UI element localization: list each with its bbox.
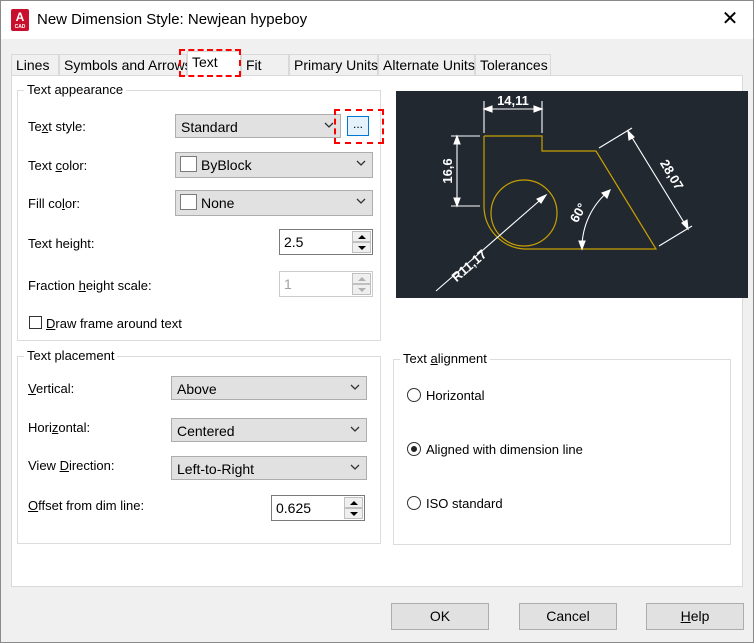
ok-button[interactable]: OK	[391, 603, 489, 630]
cancel-button[interactable]: Cancel	[519, 603, 617, 630]
fill-swatch	[180, 194, 197, 210]
increment-button[interactable]	[352, 231, 371, 242]
radio-aligned-label: Aligned with dimension line	[426, 442, 583, 457]
help-button[interactable]: Help	[646, 603, 744, 630]
decrement-button[interactable]	[352, 242, 371, 253]
tab-primary-units[interactable]: Primary Units	[289, 54, 378, 75]
text-alignment-title: Text alignment	[400, 351, 490, 366]
radio-iso-standard[interactable]	[407, 496, 421, 510]
tab-tolerances[interactable]: Tolerances	[475, 54, 551, 75]
chevron-down-icon	[356, 160, 366, 166]
fraction-height-label: Fraction height scale:	[28, 278, 152, 293]
fraction-height-value: 1	[284, 276, 292, 292]
increment-button[interactable]	[344, 497, 363, 508]
text-color-select[interactable]: ByBlock	[175, 152, 373, 178]
radio-horizontal[interactable]	[407, 388, 421, 402]
view-direction-value: Left-to-Right	[177, 461, 255, 477]
dimension-preview: 14,11 16,6 28,07 60° R11,17	[396, 91, 748, 298]
offset-value: 0.625	[276, 500, 312, 516]
text-placement-title: Text placement	[24, 348, 118, 363]
fraction-height-stepper[interactable]: 1	[279, 271, 373, 297]
vertical-select[interactable]: Above	[171, 376, 367, 400]
text-color-label: Text color:	[28, 158, 88, 173]
text-height-value: 2.5	[284, 234, 304, 250]
dimension-style-dialog: A CAD New Dimension Style: Newjean hypeb…	[0, 0, 754, 643]
increment-button[interactable]	[352, 273, 371, 284]
color-swatch	[180, 156, 197, 172]
dialog-title: New Dimension Style: Newjean hypeboy	[37, 11, 308, 28]
title-bar: A CAD New Dimension Style: Newjean hypeb…	[1, 1, 753, 39]
offset-stepper[interactable]: 0.625	[271, 495, 365, 521]
text-style-select[interactable]: Standard	[175, 114, 341, 138]
offset-label: Offset from dim line:	[28, 498, 145, 513]
horizontal-select[interactable]: Centered	[171, 418, 367, 442]
tab-alternate-units[interactable]: Alternate Units	[378, 54, 475, 75]
chevron-down-icon	[350, 384, 360, 390]
fill-color-label: Fill color:	[28, 196, 81, 211]
fill-color-select[interactable]: None	[175, 190, 373, 216]
browse-button-highlight	[334, 109, 384, 144]
radio-aligned-with-dimension-line[interactable]	[407, 442, 421, 456]
draw-frame-checkbox[interactable]	[29, 316, 42, 329]
vertical-value: Above	[177, 381, 217, 397]
preview-dim-angle: 60°	[567, 200, 590, 225]
chevron-down-icon	[350, 464, 360, 470]
preview-dim-diag: 28,07	[657, 157, 687, 193]
autocad-app-icon: A CAD	[11, 9, 29, 31]
text-style-label: Text style:	[28, 119, 86, 134]
chevron-down-icon	[324, 122, 334, 128]
text-color-value: ByBlock	[201, 157, 252, 173]
radio-iso-label: ISO standard	[426, 496, 503, 511]
text-tab-highlight	[179, 49, 241, 77]
fill-color-value: None	[201, 195, 235, 211]
text-appearance-title: Text appearance	[24, 82, 127, 97]
chevron-down-icon	[356, 198, 366, 204]
close-icon[interactable]: ✕	[717, 7, 743, 33]
chevron-down-icon	[350, 426, 360, 432]
draw-frame-label: Draw frame around text	[46, 316, 182, 331]
tab-symbols-and-arrows[interactable]: Symbols and Arrows	[59, 54, 192, 75]
text-style-value: Standard	[181, 119, 238, 135]
vertical-label: Vertical:	[28, 381, 75, 396]
preview-dim-radius: R11,17	[449, 246, 490, 284]
view-direction-select[interactable]: Left-to-Right	[171, 456, 367, 480]
radio-horizontal-label: Horizontal	[426, 388, 485, 403]
view-direction-label: View Direction:	[28, 458, 115, 473]
tab-lines[interactable]: Lines	[11, 54, 59, 75]
decrement-button[interactable]	[352, 284, 371, 295]
preview-dim-left: 16,6	[440, 158, 455, 183]
text-height-label: Text height:	[28, 236, 95, 251]
decrement-button[interactable]	[344, 508, 363, 519]
text-height-stepper[interactable]: 2.5	[279, 229, 373, 255]
horizontal-value: Centered	[177, 423, 235, 439]
tab-fit[interactable]: Fit	[241, 54, 289, 75]
preview-dim-top: 14,11	[497, 93, 529, 108]
horizontal-label: Horizontal:	[28, 420, 91, 435]
